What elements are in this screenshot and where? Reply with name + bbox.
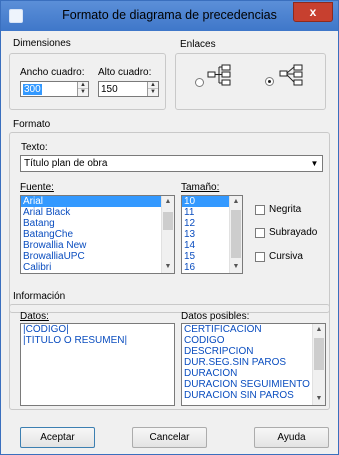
font-listbox[interactable]: Arial Arial Black Batang BatangChe Browallia… bbox=[20, 195, 175, 274]
scroll-up-icon[interactable]: ▲ bbox=[230, 196, 242, 208]
width-label: Ancho cuadro: bbox=[20, 67, 85, 78]
cancel-button[interactable]: Cancelar bbox=[132, 427, 207, 448]
size-item[interactable]: 15 bbox=[182, 251, 229, 262]
font-item[interactable]: BrowalliaUPC bbox=[21, 251, 161, 262]
possible-data-listbox[interactable]: CERTIFICACIÓN CÓDIGO DESCRIPCIÓN DUR.SEG.SI… bbox=[181, 323, 326, 406]
height-spinner[interactable]: 150 ▲ ▼ bbox=[98, 81, 159, 97]
font-item[interactable]: BatangChe bbox=[21, 229, 161, 240]
size-item[interactable]: 13 bbox=[182, 229, 229, 240]
height-down-arrow-icon[interactable]: ▼ bbox=[148, 89, 158, 96]
dimensions-label: Dimensiones bbox=[13, 38, 71, 49]
scroll-up-icon[interactable]: ▲ bbox=[162, 196, 174, 208]
possible-data-item[interactable]: DESCRIPCIÓN bbox=[182, 346, 312, 357]
information-label: Información bbox=[13, 291, 66, 302]
scroll-down-icon[interactable]: ▼ bbox=[230, 261, 242, 273]
possible-data-item[interactable]: DURACIÓN SIN PAROS bbox=[182, 390, 312, 401]
text-dropdown[interactable]: Título plan de obra ▼ bbox=[20, 155, 323, 172]
data-item[interactable]: |TÍTULO O RESUMEN| bbox=[21, 335, 174, 346]
italic-label: Cursiva bbox=[269, 251, 303, 262]
possible-data-item[interactable]: DURACIÓN SEGUIMIENTO bbox=[182, 379, 312, 390]
window-title: Formato de diagrama de precedencias bbox=[62, 8, 277, 22]
font-item[interactable]: Browallia New bbox=[21, 240, 161, 251]
scroll-down-icon[interactable]: ▼ bbox=[313, 393, 325, 405]
accept-button[interactable]: Aceptar bbox=[20, 427, 95, 448]
possible-data-item[interactable]: CERTIFICACIÓN bbox=[182, 324, 312, 335]
font-label: Fuente: bbox=[20, 182, 54, 193]
title-bar[interactable]: Formato de diagrama de precedencias x bbox=[1, 1, 338, 31]
possible-data-item[interactable]: DURACIÓN bbox=[182, 368, 312, 379]
size-list: 10 11 12 13 14 15 16 bbox=[182, 196, 229, 273]
scroll-thumb[interactable] bbox=[163, 212, 173, 230]
size-item[interactable]: 11 bbox=[182, 207, 229, 218]
diagram-orthogonal-icon bbox=[207, 64, 231, 86]
size-item[interactable]: 14 bbox=[182, 240, 229, 251]
text-label: Texto: bbox=[21, 142, 48, 153]
dialog-content: Dimensiones Ancho cuadro: 300 ▲ ▼ Alto c… bbox=[9, 31, 330, 448]
size-label: Tamaño: bbox=[181, 182, 220, 193]
width-value: 300 bbox=[23, 84, 42, 95]
size-item[interactable]: 12 bbox=[182, 218, 229, 229]
width-up-arrow-icon[interactable]: ▲ bbox=[78, 82, 88, 89]
data-item[interactable]: |CÓDIGO| bbox=[21, 324, 174, 335]
scroll-up-icon[interactable]: ▲ bbox=[313, 324, 325, 336]
data-listbox[interactable]: |CÓDIGO| |TÍTULO O RESUMEN| bbox=[20, 323, 175, 406]
text-dropdown-value: Título plan de obra bbox=[24, 158, 108, 169]
link-option-2-radio[interactable] bbox=[265, 77, 274, 86]
size-item[interactable]: 16 bbox=[182, 262, 229, 273]
height-label: Alto cuadro: bbox=[98, 67, 152, 78]
width-spinner[interactable]: 300 ▲ ▼ bbox=[20, 81, 89, 97]
chevron-down-icon[interactable]: ▼ bbox=[308, 157, 321, 170]
possible-data-scrollbar[interactable]: ▲ ▼ bbox=[312, 324, 325, 405]
size-scrollbar[interactable]: ▲ ▼ bbox=[229, 196, 242, 273]
possible-data-item[interactable]: CÓDIGO bbox=[182, 335, 312, 346]
font-item[interactable]: Batang bbox=[21, 218, 161, 229]
font-scrollbar[interactable]: ▲ ▼ bbox=[161, 196, 174, 273]
close-button[interactable]: x bbox=[293, 2, 333, 22]
font-item[interactable]: Arial Black bbox=[21, 207, 161, 218]
font-item[interactable]: Calibri bbox=[21, 262, 161, 273]
possible-data-label: Datos posibles: bbox=[181, 311, 250, 322]
possible-data-list: CERTIFICACIÓN CÓDIGO DESCRIPCIÓN DUR.SEG.SI… bbox=[182, 324, 312, 401]
height-up-arrow-icon[interactable]: ▲ bbox=[148, 82, 158, 89]
format-label: Formato bbox=[13, 119, 51, 130]
scroll-down-icon[interactable]: ▼ bbox=[162, 261, 174, 273]
italic-checkbox[interactable] bbox=[255, 252, 265, 262]
bold-label: Negrita bbox=[269, 204, 302, 215]
scroll-thumb[interactable] bbox=[231, 210, 241, 258]
font-item[interactable]: Arial bbox=[21, 196, 161, 207]
size-listbox[interactable]: 10 11 12 13 14 15 16 ▲ ▼ bbox=[181, 195, 243, 274]
scroll-thumb[interactable] bbox=[314, 338, 324, 370]
help-button[interactable]: Ayuda bbox=[254, 427, 329, 448]
data-list: |CÓDIGO| |TÍTULO O RESUMEN| bbox=[21, 324, 174, 346]
link-option-1-radio[interactable] bbox=[195, 78, 204, 87]
height-value: 150 bbox=[101, 84, 118, 95]
font-list: Arial Arial Black Batang BatangChe Browallia… bbox=[21, 196, 161, 273]
diagram-straight-icon bbox=[279, 64, 303, 86]
data-label: Datos: bbox=[20, 311, 49, 322]
underline-label: Subrayado bbox=[269, 227, 318, 238]
width-down-arrow-icon[interactable]: ▼ bbox=[78, 89, 88, 96]
size-item[interactable]: 10 bbox=[182, 196, 229, 207]
links-label: Enlaces bbox=[180, 39, 216, 50]
bold-checkbox[interactable] bbox=[255, 205, 265, 215]
possible-data-item[interactable]: DUR.SEG.SIN PAROS bbox=[182, 357, 312, 368]
dialog-window: Formato de diagrama de precedencias x Di… bbox=[0, 0, 339, 455]
underline-checkbox[interactable] bbox=[255, 228, 265, 238]
